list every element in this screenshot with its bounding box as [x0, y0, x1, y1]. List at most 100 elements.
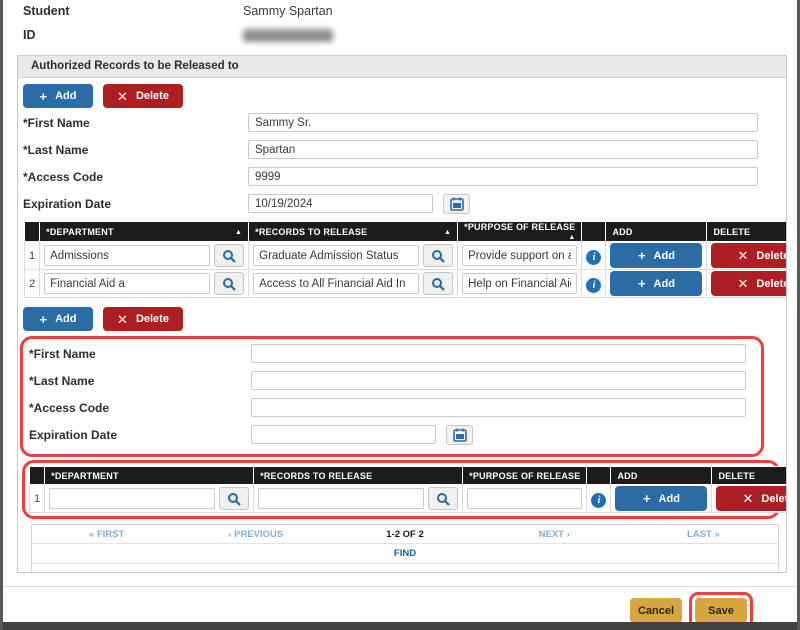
previous-page-link[interactable]: ‹ PREVIOUS [181, 529, 330, 540]
first-name-label: *First Name [29, 347, 251, 361]
footer-divider [3, 586, 797, 587]
plus-icon: + [638, 277, 646, 290]
sort-asc-icon[interactable]: ▲ [235, 227, 242, 236]
access-code-input[interactable] [248, 167, 758, 186]
add-column-header: ADD [611, 467, 712, 485]
department-input[interactable] [49, 488, 215, 509]
table-1-header-row: *DEPARTMENT ▲ *RECORDS TO RELEASE ▲ *PUR… [25, 222, 787, 242]
row-add-button[interactable]: + Add [610, 243, 702, 268]
records-to-release-input[interactable] [258, 488, 424, 509]
row-add-label: Add [659, 493, 680, 505]
records-to-release-input[interactable] [253, 273, 419, 294]
row-delete-button[interactable]: ✕ Delete [711, 271, 786, 296]
save-button[interactable]: Save [695, 598, 747, 623]
access-code-row: *Access Code [23, 167, 781, 186]
panel-body: + Add ✕ Delete *First Name *Last Name *A… [18, 78, 786, 572]
authorized-records-panel: Authorized Records to be Released to + A… [17, 55, 787, 573]
access-code-input[interactable] [251, 398, 746, 417]
purpose-header-label: *PURPOSE OF RELEASE [464, 222, 575, 232]
purpose-header[interactable]: *PURPOSE OF RELEASE ▲ [458, 222, 582, 242]
find-row: FIND [32, 544, 778, 564]
department-lookup-button[interactable] [214, 244, 244, 267]
purpose-input[interactable] [467, 488, 582, 509]
calendar-button[interactable] [443, 194, 470, 214]
first-page-link[interactable]: « FIRST [32, 529, 181, 540]
search-icon [431, 249, 445, 263]
department-lookup-button[interactable] [214, 272, 244, 295]
sort-asc-icon[interactable]: ▲ [568, 232, 575, 241]
cross-icon: ✕ [117, 90, 128, 103]
student-row: Student Sammy Spartan [23, 4, 797, 28]
access-code-row: *Access Code [29, 398, 761, 417]
add-button[interactable]: + Add [23, 84, 93, 108]
last-page-link[interactable]: LAST » [629, 529, 778, 540]
info-icon[interactable]: i [586, 250, 601, 265]
row-number: 2 [25, 270, 40, 298]
expiration-date-input[interactable] [248, 194, 433, 213]
cross-icon: ✕ [737, 249, 748, 262]
department-header-label: *DEPARTMENT [46, 227, 114, 237]
first-name-row: *First Name [23, 113, 781, 132]
delete-button[interactable]: ✕ Delete [103, 307, 183, 331]
add-button-label: Add [55, 90, 76, 102]
pagination-spacer [32, 564, 778, 572]
id-value-redacted [243, 29, 333, 42]
pagination-links-row: « FIRST ‹ PREVIOUS 1-2 OF 2 NEXT › LAST … [32, 525, 778, 544]
calendar-button[interactable] [446, 425, 473, 445]
records-lookup-button[interactable] [423, 244, 453, 267]
find-link[interactable]: FIND [394, 548, 416, 559]
plus-icon: + [643, 492, 651, 505]
page-range-status: 1-2 OF 2 [330, 529, 479, 540]
delete-button-label: Delete [136, 313, 169, 325]
last-name-input[interactable] [248, 140, 758, 159]
expiration-date-input[interactable] [251, 425, 436, 444]
row-delete-button[interactable]: ✕ Delete [716, 486, 786, 511]
delete-button-label: Delete [136, 90, 169, 102]
row-delete-label: Delete [756, 278, 786, 290]
delete-column-header: DELETE [712, 467, 786, 485]
info-column-header [582, 222, 606, 242]
student-info: Student Sammy Spartan ID [3, 0, 797, 52]
records-header[interactable]: *RECORDS TO RELEASE ▲ [249, 222, 458, 242]
info-column-header [587, 467, 611, 485]
records-header: *RECORDS TO RELEASE [254, 467, 463, 485]
cancel-button[interactable]: Cancel [630, 598, 682, 623]
toolbar-1: + Add ✕ Delete [23, 84, 781, 108]
first-name-input[interactable] [248, 113, 758, 132]
department-input[interactable] [44, 273, 210, 294]
new-entry-fields-highlight: *First Name *Last Name *Access Code Expi… [20, 336, 764, 457]
purpose-input[interactable] [462, 273, 577, 294]
first-name-input[interactable] [251, 344, 746, 363]
records-to-release-input[interactable] [253, 245, 419, 266]
add-button-label: Add [55, 313, 76, 325]
row-number: 1 [30, 485, 45, 513]
pagination: « FIRST ‹ PREVIOUS 1-2 OF 2 NEXT › LAST … [31, 524, 779, 572]
row-number-header [25, 222, 40, 242]
row-delete-label: Delete [756, 250, 786, 262]
last-name-input[interactable] [251, 371, 746, 390]
department-header[interactable]: *DEPARTMENT ▲ [40, 222, 249, 242]
department-lookup-button[interactable] [219, 487, 249, 510]
first-name-label: *First Name [23, 116, 248, 130]
department-input[interactable] [44, 245, 210, 266]
row-delete-button[interactable]: ✕ Delete [711, 243, 786, 268]
delete-button[interactable]: ✕ Delete [103, 84, 183, 108]
plus-icon: + [40, 90, 48, 103]
sort-asc-icon[interactable]: ▲ [444, 227, 451, 236]
row-add-button[interactable]: + Add [615, 486, 707, 511]
info-icon[interactable]: i [586, 278, 601, 293]
first-name-row: *First Name [29, 344, 761, 363]
search-icon [227, 492, 241, 506]
expiration-date-label: Expiration Date [29, 428, 251, 442]
purpose-input[interactable] [462, 245, 577, 266]
cross-icon: ✕ [742, 492, 753, 505]
records-lookup-button[interactable] [423, 272, 453, 295]
delete-column-header: DELETE [707, 222, 786, 242]
info-icon[interactable]: i [591, 493, 606, 508]
search-icon [431, 277, 445, 291]
records-lookup-button[interactable] [428, 487, 458, 510]
add-button[interactable]: + Add [23, 307, 93, 331]
cross-icon: ✕ [737, 277, 748, 290]
row-add-button[interactable]: + Add [610, 271, 702, 296]
next-page-link[interactable]: NEXT › [480, 529, 629, 540]
